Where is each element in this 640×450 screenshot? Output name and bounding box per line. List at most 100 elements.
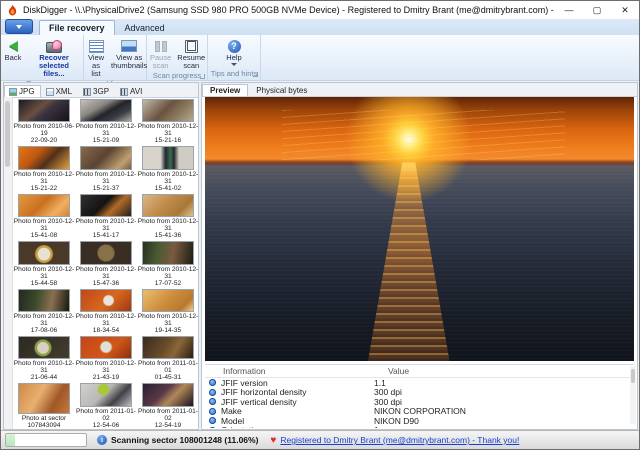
thumbnail-caption: Photo from 2010-12-3121-43-19 [75, 360, 137, 381]
thumbnails-scrollbar[interactable] [4, 97, 13, 429]
thumbnail-photo[interactable] [80, 241, 132, 264]
thumbnail-caption: Photo from 2010-12-3115-41-17 [75, 218, 137, 239]
thumbnail-item[interactable]: Photo from 2010-12-3115-21-16 [137, 97, 199, 144]
thumbnail-photo[interactable] [18, 336, 70, 359]
scrollbar-thumb[interactable] [5, 101, 10, 167]
thumbnail-caption: Photo from 2010-12-3119-14-35 [137, 313, 199, 334]
thumbnail-photo[interactable] [18, 99, 70, 122]
thumbnail-photo[interactable] [142, 336, 194, 359]
help-button[interactable]: ? Help [223, 37, 245, 67]
thumbnail-photo[interactable] [142, 99, 194, 122]
thumbnail-item[interactable]: Photo from 2010-12-3115-47-36 [75, 239, 137, 286]
thumbnail-caption: Photo from 2010-12-3115-41-02 [137, 171, 199, 192]
ribbon-group-view: View as list View as thumbnails View [84, 35, 147, 80]
thumbnail-photo[interactable] [80, 146, 132, 169]
thumbnail-photo[interactable] [80, 194, 132, 217]
info-row: JFIF vertical density300 dpi [205, 397, 634, 407]
thumbnail-photo[interactable] [18, 289, 70, 312]
thumbnail-item[interactable]: Photo from 2010-12-3115-41-17 [75, 192, 137, 239]
thumbnail-item[interactable]: Photo from 2010-12-3121-06-44 [13, 334, 75, 381]
tab-physical-bytes[interactable]: Physical bytes [248, 84, 315, 96]
thumbnail-item[interactable]: Photo from 2010-12-3115-41-36 [137, 192, 199, 239]
thumbnail-item[interactable]: Photo from 2010-12-3117-07-52 [137, 239, 199, 286]
ribbon-group-tips: ? Help Tips and hints [208, 35, 261, 80]
scrollbar-thumb[interactable] [631, 369, 635, 383]
group-expander-icon[interactable] [253, 72, 258, 77]
preview-panel: Preview Physical bytes Information Value… [201, 82, 638, 430]
thumbnail-item[interactable]: Photo from 2010-12-3121-43-19 [75, 334, 137, 381]
maximize-button[interactable]: ▢ [583, 2, 611, 19]
info-label: Make [221, 406, 374, 416]
info-table-scrollbar[interactable] [630, 366, 636, 424]
thumbnail-item[interactable]: Photo from 2010-12-3119-14-35 [137, 287, 199, 334]
group-expander-icon[interactable] [200, 74, 205, 79]
tab-xml[interactable]: XML [41, 85, 78, 97]
pause-icon [155, 41, 167, 52]
thumbnail-item[interactable]: Photo from 2010-12-3115-21-09 [75, 97, 137, 144]
back-button[interactable]: Back [2, 37, 24, 63]
ribbon-group-scan-progress: Pause scan Resume scan Scan progress [147, 35, 208, 80]
info-icon: i [97, 435, 107, 445]
tab-3gp[interactable]: 3GP [78, 85, 115, 97]
window-title: DiskDigger - \\.\PhysicalDrive2 (Samsung… [23, 5, 555, 15]
thumbnail-item[interactable]: Photo from 2011-01-0212-54-06 [75, 381, 137, 428]
thumbnail-item[interactable]: Photo from 2010-06-1922-09-20 [13, 97, 75, 144]
thumbnail-photo[interactable] [142, 146, 194, 169]
thumbnail-photo[interactable] [142, 194, 194, 217]
thumbnail-photo[interactable] [80, 383, 132, 406]
registered-link[interactable]: Registered to Dmitry Brant (me@dmitrybra… [280, 435, 519, 445]
help-icon: ? [228, 40, 241, 53]
group-label-tips: Tips and hints [211, 69, 257, 78]
thumbnail-item[interactable]: Photo from 2011-01-0101-45-31 [137, 334, 199, 381]
thumbnail-item[interactable]: Photo from 2010-12-3115-44-58 [13, 239, 75, 286]
thumbnail-photo[interactable] [18, 194, 70, 217]
recover-selected-files-button[interactable]: Recover selected files... [26, 37, 82, 79]
thumbnail-item[interactable]: Photo from 2010-12-3115-41-02 [137, 144, 199, 191]
view-as-thumbnails-button[interactable]: View as thumbnails [109, 37, 149, 71]
xml-file-icon [46, 88, 54, 96]
thumbnail-photo[interactable] [80, 289, 132, 312]
close-button[interactable]: ✕ [611, 2, 639, 19]
thumbnail-item[interactable]: Photo at sector107843094 [13, 381, 75, 428]
thumbnail-caption: Photo from 2010-12-3117-07-52 [137, 266, 199, 287]
info-bullet-icon [209, 398, 216, 405]
thumbnail-item[interactable]: Photo from 2010-12-3115-21-37 [75, 144, 137, 191]
group-label-scan-progress: Scan progress [153, 71, 201, 80]
info-value: 300 dpi [374, 397, 634, 407]
info-row: Orientation1 [205, 426, 634, 429]
info-label: Model [221, 416, 374, 426]
thumbnail-item[interactable]: Photo from 2010-12-3118-34-54 [75, 287, 137, 334]
tab-file-recovery[interactable]: File recovery [39, 20, 115, 35]
thumbnail-photo[interactable] [142, 289, 194, 312]
thumbnail-item[interactable]: Photo from 2011-01-0212-54-19 [137, 381, 199, 428]
ribbon-tab-strip: File recovery Advanced [1, 19, 639, 35]
thumbnail-caption: Photo from 2010-12-3115-21-37 [75, 171, 137, 192]
thumbnail-item[interactable]: Photo from 2010-12-3115-41-08 [13, 192, 75, 239]
avi-file-icon [120, 88, 128, 96]
scanning-status-text: Scanning sector 108001248 (11.06%) [111, 435, 258, 445]
thumbnail-photo[interactable] [80, 99, 132, 122]
view-as-list-button[interactable]: View as list [85, 37, 107, 79]
thumbnail-item[interactable]: Photo from 2010-12-3117-08-06 [13, 287, 75, 334]
thumbnail-photo[interactable] [142, 383, 194, 406]
thumbnail-photo[interactable] [18, 383, 70, 413]
tab-avi[interactable]: AVI [115, 85, 148, 97]
tab-jpg[interactable]: JPG [4, 85, 41, 97]
thumbnail-photo[interactable] [18, 146, 70, 169]
info-bullet-icon [209, 417, 216, 424]
ribbon: Back Recover selected files... Recovery … [1, 35, 639, 81]
info-row: MakeNIKON CORPORATION [205, 407, 634, 417]
application-menu-button[interactable] [5, 19, 33, 34]
thumbnail-caption: Photo from 2010-12-3115-41-08 [13, 218, 75, 239]
thumbnail-photo[interactable] [142, 241, 194, 264]
play-icon [185, 40, 198, 53]
tab-preview[interactable]: Preview [202, 84, 248, 96]
thumbnail-photo[interactable] [80, 336, 132, 359]
minimize-button[interactable]: — [555, 2, 583, 19]
tab-advanced[interactable]: Advanced [115, 20, 175, 35]
thumbnail-photo[interactable] [18, 241, 70, 264]
thumbnail-item[interactable]: Photo from 2010-12-3115-21-22 [13, 144, 75, 191]
resume-scan-button[interactable]: Resume scan [175, 37, 207, 71]
thumbnail-caption: Photo from 2010-06-1922-09-20 [13, 123, 75, 144]
title-bar: DiskDigger - \\.\PhysicalDrive2 (Samsung… [1, 1, 639, 20]
